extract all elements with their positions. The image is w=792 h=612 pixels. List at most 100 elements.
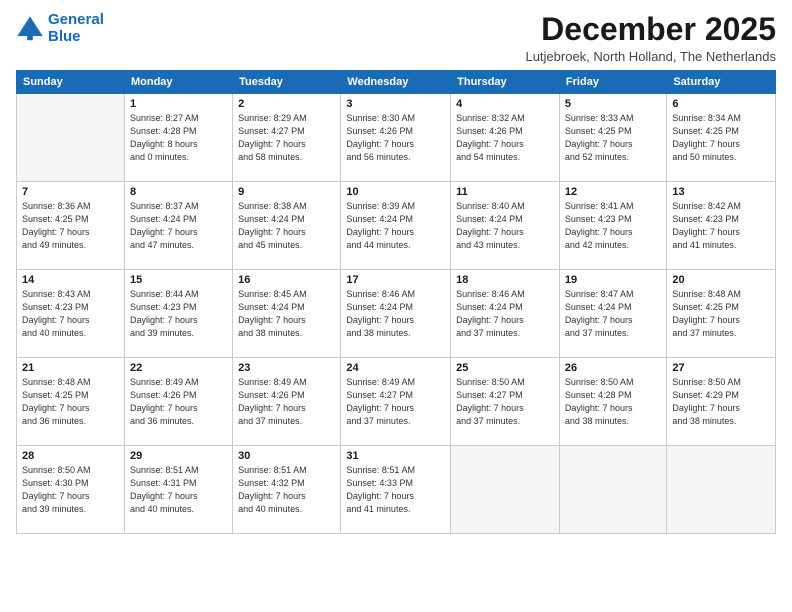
day-info: Sunrise: 8:44 AMSunset: 4:23 PMDaylight:… [130, 288, 227, 340]
calendar-cell: 10 Sunrise: 8:39 AMSunset: 4:24 PMDayligh… [341, 182, 451, 270]
day-number: 31 [346, 450, 445, 462]
day-number: 4 [456, 98, 554, 110]
calendar-cell: 19 Sunrise: 8:47 AMSunset: 4:24 PMDayligh… [559, 270, 666, 358]
day-info: Sunrise: 8:49 AMSunset: 4:26 PMDaylight:… [130, 376, 227, 428]
calendar-cell: 12 Sunrise: 8:41 AMSunset: 4:23 PMDayligh… [559, 182, 666, 270]
day-number: 3 [346, 98, 445, 110]
calendar-cell [667, 446, 776, 534]
calendar-week-1: 7 Sunrise: 8:36 AMSunset: 4:25 PMDaylight… [17, 182, 776, 270]
page-container: General Blue December 2025 Lutjebroek, N… [0, 0, 792, 542]
day-info: Sunrise: 8:41 AMSunset: 4:23 PMDaylight:… [565, 200, 661, 252]
day-info: Sunrise: 8:50 AMSunset: 4:28 PMDaylight:… [565, 376, 661, 428]
day-number: 23 [238, 362, 335, 374]
day-number: 6 [672, 98, 770, 110]
day-info: Sunrise: 8:38 AMSunset: 4:24 PMDaylight:… [238, 200, 335, 252]
day-number: 12 [565, 186, 661, 198]
calendar-cell: 5Sunrise: 8:33 AMSunset: 4:25 PMDaylight… [559, 94, 666, 182]
day-number: 27 [672, 362, 770, 374]
calendar-cell [559, 446, 666, 534]
day-number: 17 [346, 274, 445, 286]
calendar-cell: 3Sunrise: 8:30 AMSunset: 4:26 PMDaylight… [341, 94, 451, 182]
header: General Blue December 2025 Lutjebroek, N… [16, 12, 776, 64]
day-number: 15 [130, 274, 227, 286]
day-number: 14 [22, 274, 119, 286]
calendar-cell: 20 Sunrise: 8:48 AMSunset: 4:25 PMDayligh… [667, 270, 776, 358]
calendar-table: Sunday Monday Tuesday Wednesday Thursday… [16, 70, 776, 534]
day-info: Sunrise: 8:37 AMSunset: 4:24 PMDaylight:… [130, 200, 227, 252]
logo-line1: General [48, 11, 104, 28]
day-info: Sunrise: 8:40 AMSunset: 4:24 PMDaylight:… [456, 200, 554, 252]
calendar-cell: 31 Sunrise: 8:51 AMSunset: 4:33 PMDayligh… [341, 446, 451, 534]
day-number: 2 [238, 98, 335, 110]
calendar-cell: 26 Sunrise: 8:50 AMSunset: 4:28 PMDayligh… [559, 358, 666, 446]
calendar-cell: 17Sunrise: 8:46 AMSunset: 4:24 PMDayligh… [341, 270, 451, 358]
day-number: 10 [346, 186, 445, 198]
header-sunday: Sunday [17, 71, 125, 94]
day-number: 8 [130, 186, 227, 198]
day-number: 21 [22, 362, 119, 374]
day-number: 28 [22, 450, 119, 462]
calendar-week-3: 21 Sunrise: 8:48 AMSunset: 4:25 PMDayligh… [17, 358, 776, 446]
calendar-cell [17, 94, 125, 182]
day-info: Sunrise: 8:27 AMSunset: 4:28 PMDaylight:… [130, 112, 227, 164]
day-info: Sunrise: 8:50 AMSunset: 4:27 PMDaylight:… [456, 376, 554, 428]
day-number: 19 [565, 274, 661, 286]
calendar-cell: 6Sunrise: 8:34 AMSunset: 4:25 PMDaylight… [667, 94, 776, 182]
day-number: 25 [456, 362, 554, 374]
header-wednesday: Wednesday [341, 71, 451, 94]
calendar-week-0: 1 Sunrise: 8:27 AMSunset: 4:28 PMDaylight… [17, 94, 776, 182]
calendar-cell: 9 Sunrise: 8:38 AMSunset: 4:24 PMDaylight… [233, 182, 341, 270]
day-info: Sunrise: 8:29 AMSunset: 4:27 PMDaylight:… [238, 112, 335, 164]
day-info: Sunrise: 8:39 AMSunset: 4:24 PMDaylight:… [346, 200, 445, 252]
calendar-cell: 2 Sunrise: 8:29 AMSunset: 4:27 PMDaylight… [233, 94, 341, 182]
logo-text: General Blue [48, 12, 104, 45]
calendar-cell: 7 Sunrise: 8:36 AMSunset: 4:25 PMDaylight… [17, 182, 125, 270]
day-number: 13 [672, 186, 770, 198]
logo-icon [16, 15, 44, 43]
day-number: 18 [456, 274, 554, 286]
day-info: Sunrise: 8:48 AMSunset: 4:25 PMDaylight:… [22, 376, 119, 428]
calendar-cell: 1 Sunrise: 8:27 AMSunset: 4:28 PMDaylight… [124, 94, 232, 182]
day-number: 22 [130, 362, 227, 374]
month-title: December 2025 [525, 12, 776, 47]
calendar-cell: 11 Sunrise: 8:40 AMSunset: 4:24 PMDayligh… [451, 182, 560, 270]
calendar-cell: 15 Sunrise: 8:44 AMSunset: 4:23 PMDayligh… [124, 270, 232, 358]
calendar-cell: 14 Sunrise: 8:43 AMSunset: 4:23 PMDayligh… [17, 270, 125, 358]
calendar-cell: 8 Sunrise: 8:37 AMSunset: 4:24 PMDaylight… [124, 182, 232, 270]
calendar-header-row: Sunday Monday Tuesday Wednesday Thursday… [17, 71, 776, 94]
day-info: Sunrise: 8:32 AMSunset: 4:26 PMDaylight:… [456, 112, 554, 164]
logo-line2: Blue [48, 28, 81, 45]
day-info: Sunrise: 8:48 AMSunset: 4:25 PMDaylight:… [672, 288, 770, 340]
calendar-cell: 21 Sunrise: 8:48 AMSunset: 4:25 PMDayligh… [17, 358, 125, 446]
header-thursday: Thursday [451, 71, 560, 94]
header-monday: Monday [124, 71, 232, 94]
day-info: Sunrise: 8:51 AMSunset: 4:32 PMDaylight:… [238, 464, 335, 516]
calendar-cell: 16Sunrise: 8:45 AMSunset: 4:24 PMDayligh… [233, 270, 341, 358]
day-number: 26 [565, 362, 661, 374]
day-number: 30 [238, 450, 335, 462]
day-number: 29 [130, 450, 227, 462]
calendar-cell: 25 Sunrise: 8:50 AMSunset: 4:27 PMDayligh… [451, 358, 560, 446]
calendar-week-2: 14 Sunrise: 8:43 AMSunset: 4:23 PMDayligh… [17, 270, 776, 358]
calendar-cell: 4 Sunrise: 8:32 AMSunset: 4:26 PMDaylight… [451, 94, 560, 182]
subtitle: Lutjebroek, North Holland, The Netherlan… [525, 49, 776, 64]
day-number: 7 [22, 186, 119, 198]
day-info: Sunrise: 8:49 AMSunset: 4:27 PMDaylight:… [346, 376, 445, 428]
day-number: 1 [130, 98, 227, 110]
day-info: Sunrise: 8:36 AMSunset: 4:25 PMDaylight:… [22, 200, 119, 252]
calendar-cell: 24Sunrise: 8:49 AMSunset: 4:27 PMDayligh… [341, 358, 451, 446]
day-info: Sunrise: 8:50 AMSunset: 4:30 PMDaylight:… [22, 464, 119, 516]
calendar-cell: 27Sunrise: 8:50 AMSunset: 4:29 PMDayligh… [667, 358, 776, 446]
day-number: 11 [456, 186, 554, 198]
calendar-cell: 29 Sunrise: 8:51 AMSunset: 4:31 PMDayligh… [124, 446, 232, 534]
day-number: 9 [238, 186, 335, 198]
calendar-cell: 13 Sunrise: 8:42 AMSunset: 4:23 PMDayligh… [667, 182, 776, 270]
day-info: Sunrise: 8:42 AMSunset: 4:23 PMDaylight:… [672, 200, 770, 252]
day-number: 5 [565, 98, 661, 110]
calendar-cell: 28 Sunrise: 8:50 AMSunset: 4:30 PMDayligh… [17, 446, 125, 534]
day-info: Sunrise: 8:47 AMSunset: 4:24 PMDaylight:… [565, 288, 661, 340]
day-info: Sunrise: 8:43 AMSunset: 4:23 PMDaylight:… [22, 288, 119, 340]
day-info: Sunrise: 8:51 AMSunset: 4:33 PMDaylight:… [346, 464, 445, 516]
day-number: 20 [672, 274, 770, 286]
day-info: Sunrise: 8:51 AMSunset: 4:31 PMDaylight:… [130, 464, 227, 516]
